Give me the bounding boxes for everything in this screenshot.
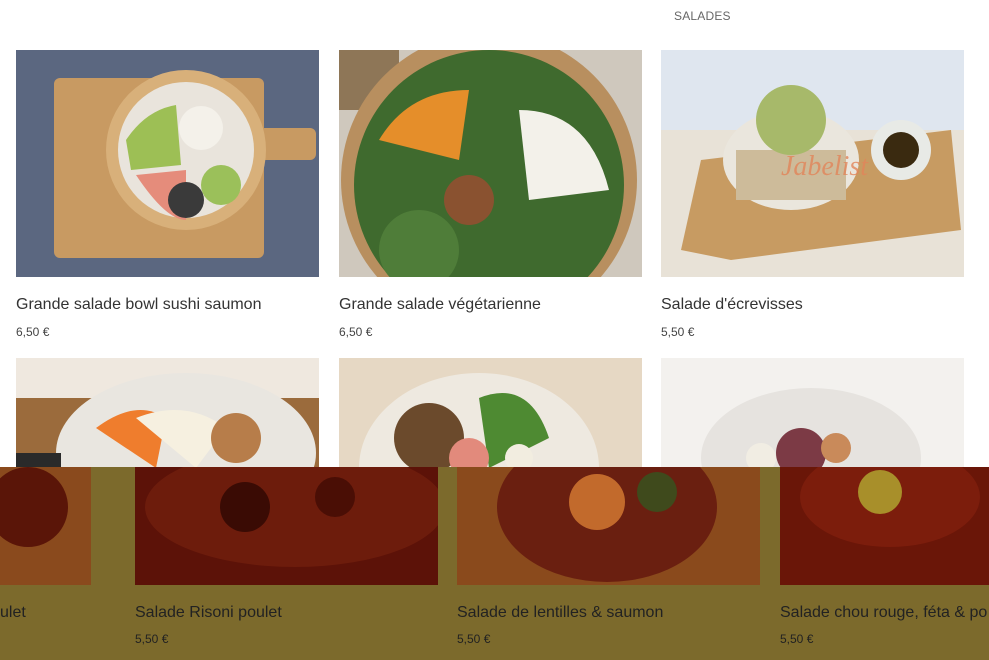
product-title[interactable]: Salade d'écrevisses [661, 295, 964, 315]
product-price: 5,50 € [661, 325, 695, 339]
product-image[interactable]: Jabelist [661, 50, 964, 277]
overlay-card[interactable]: ulet [0, 467, 91, 622]
overlay-title[interactable]: Salade Risoni poulet [135, 604, 438, 622]
overlay-carousel: ulet Salade Risoni poulet 5,50 € Salade … [0, 467, 989, 660]
product-card[interactable]: Grande salade végétarienne 6,50 € [339, 50, 642, 339]
overlay-image[interactable] [135, 467, 438, 585]
product-price: 6,50 € [16, 325, 50, 339]
overlay-card[interactable]: Salade Risoni poulet 5,50 € [135, 467, 438, 646]
overlay-price: 5,50 € [780, 632, 814, 646]
overlay-image[interactable] [457, 467, 760, 585]
product-image[interactable] [16, 50, 319, 277]
product-image[interactable] [339, 50, 642, 277]
product-card[interactable]: Grande salade bowl sushi saumon 6,50 € [16, 50, 319, 339]
product-title[interactable]: Grande salade bowl sushi saumon [16, 295, 319, 315]
overlay-title[interactable]: Salade de lentilles & saumon [457, 604, 760, 622]
overlay-image[interactable] [0, 467, 91, 585]
watermark-text: Jabelist [781, 151, 869, 182]
overlay-image[interactable] [780, 467, 989, 585]
overlay-title[interactable]: Salade chou rouge, féta & po [780, 604, 989, 622]
category-label: SALADES [674, 9, 731, 23]
product-price: 6,50 € [339, 325, 373, 339]
overlay-price: 5,50 € [135, 632, 169, 646]
overlay-title[interactable]: ulet [0, 604, 91, 622]
product-card[interactable]: Jabelist Salade d'écrevisses 5,50 € [661, 50, 964, 339]
overlay-card[interactable]: Salade de lentilles & saumon 5,50 € [457, 467, 760, 646]
overlay-price: 5,50 € [457, 632, 491, 646]
overlay-card[interactable]: Salade chou rouge, féta & po 5,50 € [780, 467, 989, 646]
product-title[interactable]: Grande salade végétarienne [339, 295, 642, 315]
